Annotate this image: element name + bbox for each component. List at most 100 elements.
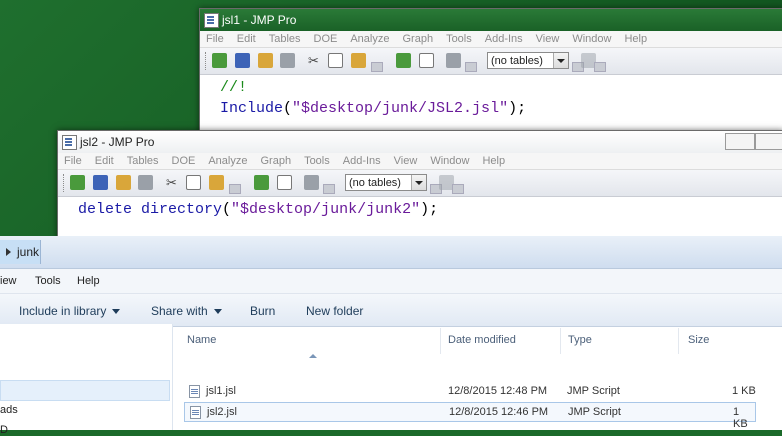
window-title: jsl1 - JMP Pro	[222, 13, 297, 27]
menu-graph[interactable]: Graph	[402, 31, 433, 47]
code-function: Include	[220, 100, 284, 117]
column-type[interactable]: Type	[568, 334, 592, 346]
column-date-modified[interactable]: Date modified	[448, 334, 516, 346]
title-bar[interactable]: jsl1 - JMP Pro	[200, 9, 782, 31]
menu-edit[interactable]: Edit	[95, 153, 114, 169]
script-editor[interactable]: //! Include("$desktop/junk/JSL2.jsl");	[200, 75, 782, 133]
toolbar-overflow-icon[interactable]	[594, 62, 606, 72]
menu-tables[interactable]: Tables	[269, 31, 301, 47]
menu-tools[interactable]: Tools	[304, 153, 330, 169]
tools-icon[interactable]	[446, 53, 461, 68]
new-script-icon[interactable]	[235, 53, 250, 68]
script-doc-icon[interactable]	[277, 175, 292, 190]
file-name: jsl2.jsl	[207, 406, 237, 418]
nav-item[interactable]: D	[0, 424, 8, 436]
breadcrumb[interactable]: junk	[0, 240, 41, 264]
new-data-table-icon[interactable]	[70, 175, 85, 190]
menu-tools[interactable]: Tools	[446, 31, 472, 47]
new-folder-button[interactable]: New folder	[306, 304, 363, 318]
cut-icon[interactable]: ✂	[306, 53, 321, 68]
open-folder-icon[interactable]	[116, 175, 131, 190]
code-line: //!	[220, 77, 782, 98]
burn-button[interactable]: Burn	[250, 304, 275, 318]
paste-icon[interactable]	[351, 53, 366, 68]
menu-doe[interactable]: DOE	[314, 31, 338, 47]
file-size: 1 KB	[732, 385, 756, 397]
chevron-down-icon[interactable]	[411, 175, 426, 190]
minimize-button[interactable]	[725, 133, 755, 150]
toolbar-grip[interactable]	[63, 174, 67, 192]
column-name[interactable]: Name	[187, 334, 216, 346]
menu-edit[interactable]: Edit	[237, 31, 256, 47]
file-row[interactable]: jsl1.jsl 12/8/2015 12:48 PM JMP Script 1…	[184, 382, 756, 402]
menu-doe[interactable]: DOE	[172, 153, 196, 169]
menu-view[interactable]: iew	[0, 275, 17, 287]
menu-analyze[interactable]: Analyze	[350, 31, 389, 47]
share-with-button[interactable]: Share with	[151, 304, 222, 318]
column-divider[interactable]	[560, 328, 561, 354]
script-editor[interactable]: delete directory("$desktop/junk/junk2");	[58, 197, 782, 239]
menu-view[interactable]: View	[394, 153, 418, 169]
toolbar-overflow-icon[interactable]	[323, 184, 335, 194]
window-title: jsl2 - JMP Pro	[80, 135, 155, 149]
cut-icon[interactable]: ✂	[164, 175, 179, 190]
explorer-window[interactable]: junk iew Tools Help Include in library S…	[0, 236, 782, 436]
nav-selected-item[interactable]	[0, 380, 170, 401]
column-divider[interactable]	[440, 328, 441, 354]
toolbar-overflow-icon[interactable]	[465, 62, 477, 72]
menu-analyze[interactable]: Analyze	[208, 153, 247, 169]
table-combo[interactable]: (no tables)	[487, 52, 569, 69]
column-divider[interactable]	[678, 328, 679, 354]
chevron-down-icon[interactable]	[553, 53, 568, 68]
nav-item[interactable]: ads	[0, 404, 18, 416]
toolbar-overflow-icon[interactable]	[371, 62, 383, 72]
menu-addins[interactable]: Add-Ins	[485, 31, 523, 47]
copy-icon[interactable]	[186, 175, 201, 190]
copy-icon[interactable]	[328, 53, 343, 68]
column-size[interactable]: Size	[688, 334, 709, 346]
run-script-icon[interactable]	[254, 175, 269, 190]
command-bar: Include in library Share with Burn New f…	[0, 294, 782, 327]
toolbar-overflow-icon[interactable]	[452, 184, 464, 194]
menu-tools[interactable]: Tools	[35, 275, 61, 287]
menu-graph[interactable]: Graph	[260, 153, 291, 169]
sort-up-icon	[309, 354, 317, 358]
include-in-library-button[interactable]: Include in library	[19, 304, 121, 318]
chevron-down-icon	[112, 309, 121, 315]
code-function: delete directory	[78, 201, 223, 218]
tools-icon[interactable]	[304, 175, 319, 190]
menu-window[interactable]: Window	[572, 31, 611, 47]
restore-button[interactable]	[755, 133, 782, 150]
menu-file[interactable]: File	[64, 153, 82, 169]
column-headers: Name Date modified Type Size	[180, 324, 782, 354]
run-script-icon[interactable]	[396, 53, 411, 68]
menu-tables[interactable]: Tables	[127, 153, 159, 169]
chevron-right-icon[interactable]	[6, 248, 11, 256]
toolbar-grip[interactable]	[205, 52, 209, 70]
paste-icon[interactable]	[209, 175, 224, 190]
script-doc-icon[interactable]	[419, 53, 434, 68]
jmp-window-jsl2[interactable]: jsl2 - JMP Pro File Edit Tables DOE Anal…	[57, 130, 782, 240]
menu-window[interactable]: Window	[430, 153, 469, 169]
open-folder-icon[interactable]	[258, 53, 273, 68]
menu-view[interactable]: View	[536, 31, 560, 47]
new-script-icon[interactable]	[93, 175, 108, 190]
breadcrumb-folder[interactable]: junk	[17, 245, 39, 259]
code-paren: (	[283, 100, 293, 117]
new-data-table-icon[interactable]	[212, 53, 227, 68]
toolbar-overflow-icon[interactable]	[229, 184, 241, 194]
menu-bar: File Edit Tables DOE Analyze Graph Tools…	[200, 31, 782, 47]
save-icon[interactable]	[280, 53, 295, 68]
table-combo[interactable]: (no tables)	[345, 174, 427, 191]
menu-file[interactable]: File	[206, 31, 224, 47]
comment-text: //!	[220, 79, 248, 96]
jmp-script-icon	[204, 13, 219, 28]
menu-addins[interactable]: Add-Ins	[343, 153, 381, 169]
save-icon[interactable]	[138, 175, 153, 190]
title-bar[interactable]: jsl2 - JMP Pro	[58, 131, 782, 153]
menu-help[interactable]: Help	[482, 153, 505, 169]
menu-help[interactable]: Help	[624, 31, 647, 47]
jmp-window-jsl1[interactable]: jsl1 - JMP Pro File Edit Tables DOE Anal…	[199, 8, 782, 134]
menu-help[interactable]: Help	[77, 275, 100, 287]
file-row-selected[interactable]: jsl2.jsl 12/8/2015 12:46 PM JMP Script 1…	[184, 402, 756, 430]
